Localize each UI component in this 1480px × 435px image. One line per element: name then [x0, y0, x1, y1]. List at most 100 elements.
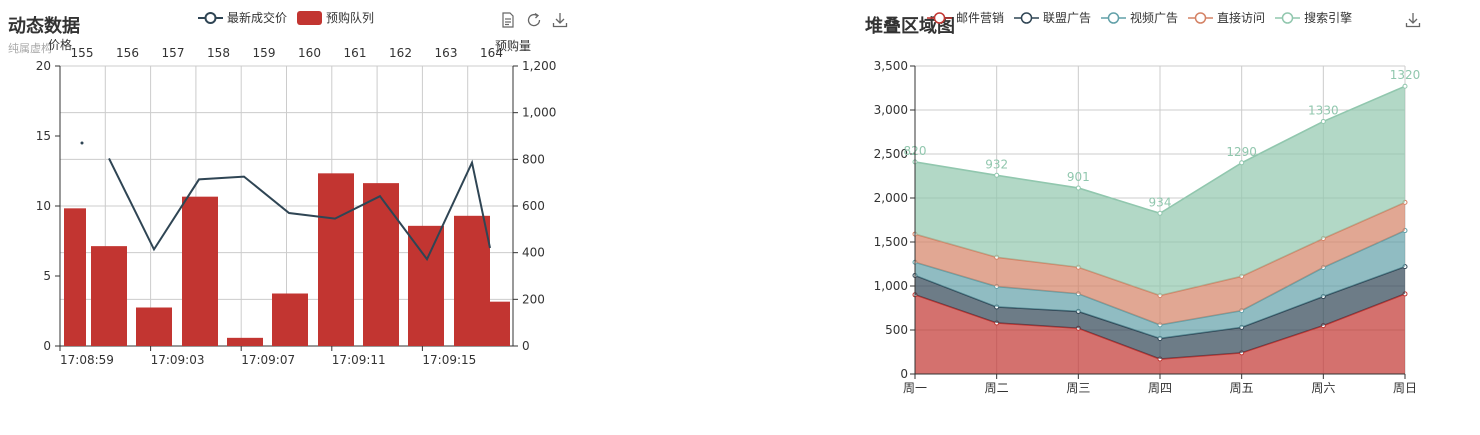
- data-view-icon[interactable]: [500, 12, 516, 28]
- bar: [272, 293, 308, 346]
- series-line: [914, 201, 1406, 297]
- data-point: [994, 254, 1000, 260]
- y-right-tick-label: 600: [522, 199, 545, 213]
- y-tick-label: 500: [885, 323, 908, 337]
- data-label: 1320: [1390, 68, 1421, 82]
- legend-item[interactable]: 直接访问: [1188, 9, 1265, 26]
- bar: [227, 337, 263, 346]
- data-point: [1320, 323, 1326, 329]
- data-point: [1239, 308, 1245, 314]
- y-tick-label: 2,500: [874, 147, 908, 161]
- data-point: [1402, 228, 1408, 234]
- data-point: [994, 172, 1000, 178]
- x-tick-label: 周五: [1230, 381, 1254, 395]
- download-icon[interactable]: [1405, 12, 1421, 28]
- legend-item[interactable]: 联盟广告: [1014, 9, 1091, 26]
- area: [915, 293, 1405, 374]
- data-point: [1402, 199, 1408, 205]
- data-point: [1075, 185, 1081, 191]
- data-point: [1402, 291, 1408, 297]
- x-bottom-tick-label: 17:09:15: [422, 353, 476, 367]
- y-left-tick-label: 5: [43, 269, 51, 283]
- legend-item[interactable]: 视频广告: [1101, 9, 1178, 26]
- bar: [182, 196, 218, 346]
- toolbox: [500, 12, 568, 28]
- x-bottom-tick-label: 17:08:59: [60, 353, 114, 367]
- x-tick-label: 周四: [1148, 381, 1172, 395]
- legend-item[interactable]: 邮件营销: [927, 9, 1004, 26]
- legend-label: 搜索引擎: [1304, 11, 1353, 25]
- dynamic-data-chart: 02004006008001,0001,20005101520价格 预购量155 1…: [36, 37, 557, 367]
- bar: [318, 173, 354, 346]
- x-top-tick-label: 161: [344, 46, 367, 60]
- data-point: [1075, 325, 1081, 331]
- y-tick-label: 1,500: [874, 235, 908, 249]
- bar: [64, 208, 86, 346]
- line-legend-icon: [1275, 11, 1301, 24]
- legend-label: 最新成交价: [227, 11, 288, 25]
- line-legend-icon: [1014, 11, 1040, 24]
- y-right-tick-label: 0: [522, 339, 530, 353]
- legend: 邮件营销 联盟广告 视频广告 直接访问 搜索引擎: [927, 9, 1362, 26]
- legend-label: 邮件营销: [956, 11, 1005, 25]
- data-point: [994, 320, 1000, 326]
- data-point: [1075, 291, 1081, 297]
- y-left-tick-label: 10: [36, 199, 51, 213]
- data-point: [1320, 294, 1326, 300]
- data-point: [1075, 264, 1081, 270]
- y-tick-label: 0: [900, 367, 908, 381]
- dynamic-data-chart-panel: 动态数据 纯属虚构 最新成交价 预购队列 0 200 400 600 800 1…: [0, 0, 600, 435]
- data-point: [1157, 210, 1163, 216]
- line-legend-icon: [1188, 11, 1214, 24]
- data-point: [912, 292, 918, 298]
- x-tick-label: 周一: [903, 381, 927, 395]
- legend-label: 联盟广告: [1043, 11, 1092, 25]
- data-label: 934: [1149, 195, 1172, 209]
- download-icon[interactable]: [552, 12, 568, 28]
- y-right-axis-name: 预购量: [495, 38, 531, 53]
- legend-item[interactable]: 搜索引擎: [1275, 9, 1352, 26]
- x-top-tick-label: 164: [480, 46, 503, 60]
- data-point: [1157, 356, 1163, 362]
- line-point: [80, 141, 84, 145]
- data-point: [1075, 308, 1081, 314]
- x-top-tick-label: 156: [116, 46, 139, 60]
- area: [915, 86, 1405, 296]
- y-left-tick-label: 20: [36, 59, 51, 73]
- data-point: [1320, 265, 1326, 271]
- y-right-tick-label: 800: [522, 152, 545, 166]
- data-point: [1239, 160, 1245, 166]
- x-tick-label: 周日: [1393, 381, 1417, 395]
- x-bottom-tick-label: 17:09:07: [241, 353, 295, 367]
- y-left-tick-label: 0: [43, 339, 51, 353]
- y-tick-label: 3,000: [874, 103, 908, 117]
- y-right-tick-label: 1,000: [522, 106, 556, 120]
- legend-label: 预购队列: [326, 11, 375, 25]
- data-point: [1320, 118, 1326, 124]
- series-line: [914, 293, 1406, 360]
- x-top-tick-label: 163: [435, 46, 458, 60]
- x-bottom-tick-label: 17:09:03: [151, 353, 205, 367]
- data-point: [912, 272, 918, 278]
- x-tick-label: 周三: [1066, 381, 1090, 395]
- data-point: [1239, 324, 1245, 330]
- chart-subtitle: 纯属虚构: [8, 42, 52, 55]
- refresh-icon[interactable]: [526, 12, 542, 28]
- legend-label: 视频广告: [1130, 11, 1179, 25]
- legend-item-order-queue[interactable]: 预购队列: [297, 9, 374, 26]
- series-line: [914, 229, 1406, 326]
- data-point: [1402, 83, 1408, 89]
- bar: [91, 246, 127, 346]
- data-point: [1320, 235, 1326, 241]
- bar: [490, 301, 510, 346]
- bar: [136, 307, 172, 346]
- bar-legend-icon: [297, 10, 323, 25]
- y-right-tick-label: 400: [522, 246, 545, 260]
- area: [915, 202, 1405, 325]
- area: [915, 230, 1405, 339]
- data-point: [994, 304, 1000, 310]
- y-tick-label: 2,000: [874, 191, 908, 205]
- data-point: [912, 231, 918, 237]
- legend-item-latest-price[interactable]: 最新成交价: [198, 9, 287, 26]
- x-bottom-tick-label: 17:09:11: [332, 353, 386, 367]
